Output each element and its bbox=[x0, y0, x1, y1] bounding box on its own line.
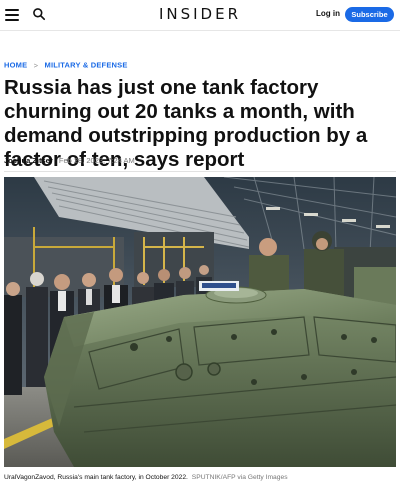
logo-text: INSIDER bbox=[158, 5, 242, 23]
tank-factory-photo bbox=[4, 177, 396, 467]
header-divider bbox=[0, 30, 400, 31]
breadcrumb-military-defense[interactable]: MILITARY & DEFENSE bbox=[45, 61, 128, 70]
hero-image bbox=[4, 177, 396, 467]
photo-credit: SPUTNIK/AFP via Getty Images bbox=[191, 474, 288, 481]
byline-divider bbox=[4, 171, 396, 172]
image-caption: UralVagonZavod, Russia's main tank facto… bbox=[4, 474, 288, 481]
subscribe-button[interactable]: Subscribe bbox=[345, 7, 394, 22]
login-link[interactable]: Log in bbox=[316, 9, 340, 18]
publish-timestamp: Feb 28, 2023, 7:24 AM bbox=[58, 156, 135, 165]
site-logo[interactable]: INSIDER bbox=[0, 5, 400, 23]
breadcrumb-separator-icon: > bbox=[33, 60, 39, 70]
breadcrumb: HOME > MILITARY & DEFENSE bbox=[4, 60, 128, 70]
byline: Joshua Zitser Feb 28, 2023, 7:24 AM bbox=[4, 156, 135, 165]
site-header: INSIDER Log in Subscribe bbox=[0, 0, 400, 30]
author-name[interactable]: Joshua Zitser bbox=[4, 156, 53, 165]
caption-text: UralVagonZavod, Russia's main tank facto… bbox=[4, 474, 188, 481]
breadcrumb-home[interactable]: HOME bbox=[4, 61, 27, 70]
